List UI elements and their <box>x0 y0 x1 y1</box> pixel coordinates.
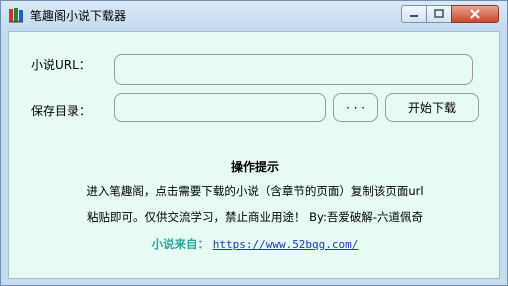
maximize-button[interactable] <box>426 5 452 23</box>
source-line: 小说来自： https://www.52bqg.com/ <box>9 236 501 252</box>
window-title: 笔趣阁小说下载器 <box>30 9 127 23</box>
url-input[interactable] <box>114 54 473 85</box>
hint-line-1: 进入笔趣阁，点击需要下载的小说（含章节的页面）复制该页面url <box>86 184 424 198</box>
browse-button[interactable]: · · · <box>333 93 378 122</box>
minimize-icon <box>410 15 418 17</box>
source-link[interactable]: https://www.52bqg.com/ <box>213 238 359 251</box>
main-panel: 小说URL： 保存目录： · · · 开始下载 操作提示 进入笔趣阁，点击需要下… <box>8 31 500 279</box>
save-dir-label: 保存目录： <box>31 104 92 118</box>
url-label: 小说URL： <box>31 58 91 72</box>
title-bar[interactable]: 笔趣阁小说下载器 <box>1 1 507 29</box>
save-dir-input[interactable] <box>114 93 326 122</box>
app-books-icon <box>9 8 23 23</box>
close-icon <box>470 9 480 19</box>
app-window: 笔趣阁小说下载器 小说URL： 保存目录： · · · 开始下载 操作提示 进入… <box>0 0 508 286</box>
minimize-button[interactable] <box>401 5 427 23</box>
close-button[interactable] <box>451 5 499 23</box>
start-download-button[interactable]: 开始下载 <box>385 93 479 122</box>
hint-title: 操作提示 <box>230 160 279 174</box>
hint-line-2: 粘贴即可。仅供交流学习，禁止商业用途！ By:吾爱破解-六道佩奇 <box>86 210 424 224</box>
maximize-icon <box>434 9 444 18</box>
source-label: 小说来自： <box>151 237 210 251</box>
